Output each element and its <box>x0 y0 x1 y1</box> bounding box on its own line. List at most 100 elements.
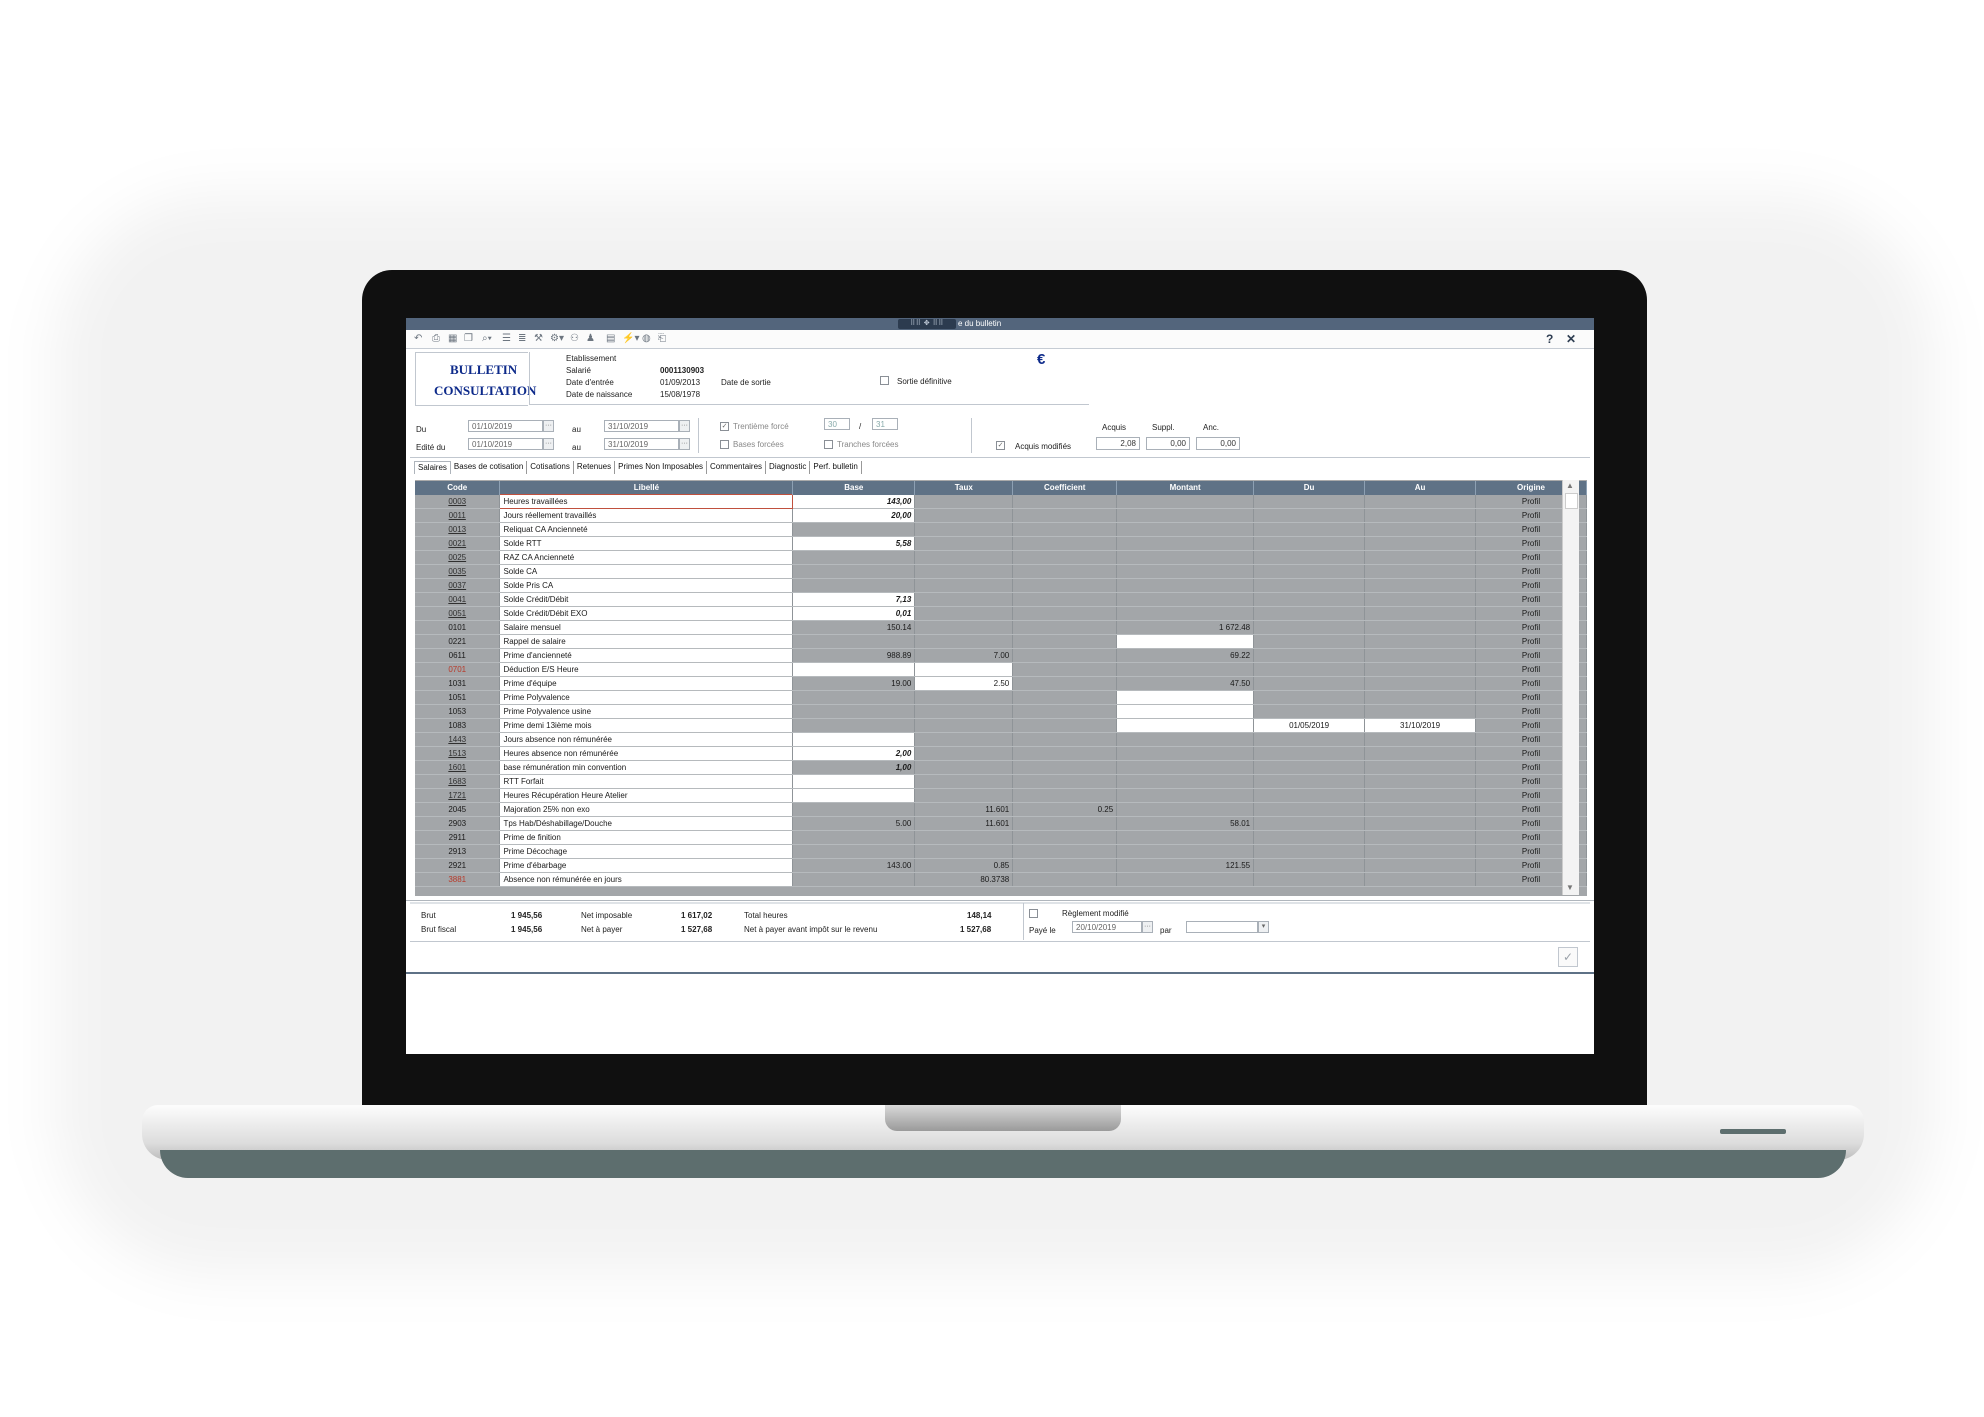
edite-date-field[interactable]: 01/10/2019 <box>468 438 543 450</box>
column-header[interactable]: Code <box>415 481 501 495</box>
table-row[interactable]: 0611 Prime d'ancienneté 988.89 7.00 69.22 Pro… <box>415 648 1587 663</box>
trentieme-num-field[interactable]: 30 <box>824 418 850 430</box>
column-header[interactable]: Base <box>792 481 916 495</box>
acquis-field[interactable]: 2,08 <box>1096 437 1140 450</box>
user-icon[interactable]: ♟ <box>586 333 595 345</box>
people-icon[interactable]: ⚇ <box>570 333 579 345</box>
trentieme-checkbox[interactable]: ✓ <box>720 422 729 431</box>
table-row[interactable]: 0041 Solde Crédit/Débit 7,13 Profil <box>415 592 1587 607</box>
printer-icon[interactable]: ⎗ <box>658 333 666 345</box>
paye-le-field[interactable]: 20/10/2019 <box>1072 921 1142 933</box>
scroll-up-icon[interactable]: ▲ <box>1566 481 1574 490</box>
table-row[interactable]: 1051 Prime Polyvalence Profil <box>415 690 1587 705</box>
globe-icon[interactable]: ◍ <box>642 333 651 345</box>
table-row[interactable]: 0037 Solde Pris CA Profil <box>415 578 1587 593</box>
column-header[interactable]: Taux <box>914 481 1014 495</box>
au-date-field[interactable]: 31/10/2019 <box>604 420 679 432</box>
edite-au-date-field[interactable]: 31/10/2019 <box>604 438 679 450</box>
table-row[interactable]: 0101 Salaire mensuel 150.14 1 672.48 Profil <box>415 620 1587 635</box>
tools-icon[interactable]: ⚒ <box>534 333 543 345</box>
column-header[interactable]: Montant <box>1116 481 1255 495</box>
paye-le-picker[interactable]: ··· <box>1142 921 1153 933</box>
cell-code[interactable]: 1443 <box>415 732 501 747</box>
document-icon[interactable]: ▤ <box>606 333 615 345</box>
table-row[interactable]: 0701 Déduction E/S Heure Profil <box>415 662 1587 677</box>
list-icon[interactable]: ☰ <box>502 333 511 345</box>
cell-code[interactable]: 1683 <box>415 774 501 789</box>
table-row[interactable]: 1083 Prime demi 13ième mois 01/05/2019 31/1… <box>415 718 1587 733</box>
anc-field[interactable]: 0,00 <box>1196 437 1240 450</box>
table-row[interactable]: 0051 Solde Crédit/Débit EXO 0,01 Profil <box>415 606 1587 621</box>
grid-scrollbar[interactable]: ▲ ▼ <box>1562 480 1579 895</box>
table-row[interactable]: 0003 Heures travaillées 143,00 Profil <box>415 494 1587 509</box>
table-row[interactable]: 1443 Jours absence non rémunérée Profil <box>415 732 1587 747</box>
edite-au-date-picker[interactable]: ··· <box>679 438 690 450</box>
reglement-modifie-checkbox[interactable] <box>1029 909 1038 918</box>
table-row[interactable]: 0221 Rappel de salaire Profil <box>415 634 1587 649</box>
back-icon[interactable]: ↶ <box>414 333 422 345</box>
acquis-modifies-checkbox[interactable]: ✓ <box>996 441 1005 450</box>
settings-icon[interactable]: ⚙▾ <box>550 333 564 345</box>
cell-code[interactable]: 0021 <box>415 536 501 551</box>
help-icon[interactable]: ? <box>1546 332 1553 346</box>
cell-code[interactable]: 0003 <box>415 494 501 509</box>
column-header[interactable]: Coefficient <box>1012 481 1118 495</box>
table-row[interactable]: 0013 Reliquat CA Ancienneté Profil <box>415 522 1587 537</box>
tab-1[interactable]: Bases de cotisation <box>451 461 528 474</box>
column-header[interactable]: Libellé <box>499 481 794 495</box>
table-row[interactable]: 2921 Prime d'ébarbage 143.00 0.85 121.55 Prof… <box>415 858 1587 873</box>
validate-button[interactable]: ✓ <box>1558 947 1578 967</box>
cell-code[interactable]: 0037 <box>415 578 501 593</box>
du-date-field[interactable]: 01/10/2019 <box>468 420 543 432</box>
du-date-picker[interactable]: ··· <box>543 420 554 432</box>
table-row[interactable]: 0011 Jours réellement travaillés 20,00 Prof… <box>415 508 1587 523</box>
cell-code[interactable]: 1721 <box>415 788 501 803</box>
tab-4[interactable]: Primes Non Imposables <box>615 461 708 474</box>
tab-0[interactable]: Salaires <box>414 461 451 474</box>
table-row[interactable]: 2045 Majoration 25% non exo 11.601 0.25 Prof… <box>415 802 1587 817</box>
bases-forcees-checkbox[interactable] <box>720 440 729 449</box>
tab-5[interactable]: Commentaires <box>707 461 767 474</box>
column-header[interactable]: Du <box>1253 481 1366 495</box>
search-icon[interactable]: ⌕▾ <box>482 333 492 345</box>
cell-code[interactable]: 0035 <box>415 564 501 579</box>
cell-code[interactable]: 0051 <box>415 606 501 621</box>
edite-date-picker[interactable]: ··· <box>543 438 554 450</box>
tab-7[interactable]: Perf. bulletin <box>810 461 862 474</box>
suppl-field[interactable]: 0,00 <box>1146 437 1190 450</box>
cell-code[interactable]: 0041 <box>415 592 501 607</box>
close-icon[interactable]: ✕ <box>1566 332 1576 346</box>
tab-2[interactable]: Cotisations <box>527 461 574 474</box>
cell-code[interactable]: 0011 <box>415 508 501 523</box>
table-row[interactable]: 2913 Prime Décochage Profil <box>415 844 1587 859</box>
table-row[interactable]: 1601 base rémunération min convention 1,00… <box>415 760 1587 775</box>
au-date-picker[interactable]: ··· <box>679 420 690 432</box>
table-row[interactable]: 1513 Heures absence non rémunérée 2,00 Prof… <box>415 746 1587 761</box>
print-icon[interactable]: ⎙ <box>432 333 440 345</box>
tranches-forcees-checkbox[interactable] <box>824 440 833 449</box>
tab-3[interactable]: Retenues <box>574 461 616 474</box>
table-row[interactable]: 0021 Solde RTT 5,58 Profil <box>415 536 1587 551</box>
cell-code[interactable]: 1513 <box>415 746 501 761</box>
par-select[interactable] <box>1186 921 1258 933</box>
table-row[interactable]: 2903 Tps Hab/Déshabillage/Douche 5.00 11.60… <box>415 816 1587 831</box>
run-icon[interactable]: ⚡▾ <box>622 333 639 345</box>
table-row[interactable]: 0035 Solde CA Profil <box>415 564 1587 579</box>
window-grip[interactable]: ⠿⠿ ✥ ⠿⠿ <box>898 319 956 329</box>
chevron-down-icon[interactable]: ▾ <box>1258 921 1269 933</box>
table-row[interactable]: 2911 Prime de finition Profil <box>415 830 1587 845</box>
cell-code[interactable]: 1601 <box>415 760 501 775</box>
trentieme-den-field[interactable]: 31 <box>872 418 898 430</box>
table-row[interactable]: 0025 RAZ CA Ancienneté Profil <box>415 550 1587 565</box>
table-row[interactable]: 1683 RTT Forfait Profil <box>415 774 1587 789</box>
table-row[interactable]: 1053 Prime Polyvalence usine Profil <box>415 704 1587 719</box>
table-row[interactable]: 1031 Prime d'équipe 19.00 2.50 47.50 Profil <box>415 676 1587 691</box>
scroll-thumb[interactable] <box>1565 493 1578 509</box>
grid-icon[interactable]: ▦ <box>448 333 457 345</box>
column-header[interactable]: Au <box>1364 481 1477 495</box>
columns-icon[interactable]: ≣ <box>518 333 526 345</box>
scroll-down-icon[interactable]: ▼ <box>1566 883 1574 892</box>
table-row[interactable]: 3881 Absence non rémunérée en jours 80.373… <box>415 872 1587 887</box>
cell-code[interactable]: 0013 <box>415 522 501 537</box>
table-row[interactable]: 1721 Heures Récupération Heure Atelier Pro… <box>415 788 1587 803</box>
